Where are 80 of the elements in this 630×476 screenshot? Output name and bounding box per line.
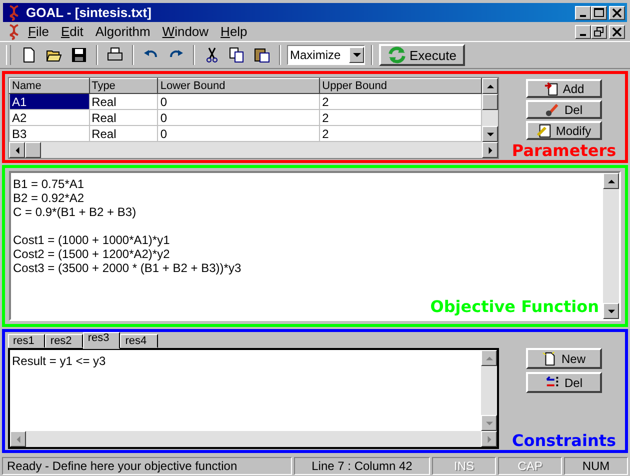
- new-document-icon: [542, 351, 558, 366]
- menu-item[interactable]: Help: [214, 24, 254, 39]
- key-indicator: NUM: [564, 457, 628, 475]
- table-cell: 0: [158, 110, 320, 126]
- restore-button[interactable]: [591, 24, 607, 38]
- section-annotation: Objective Function: [430, 299, 599, 315]
- column-header[interactable]: Name: [10, 78, 90, 94]
- column-header[interactable]: Upper Bound: [320, 78, 482, 94]
- close-icon: [612, 8, 622, 18]
- delete-button[interactable]: Del: [526, 372, 602, 393]
- up-arrow-button[interactable]: [603, 173, 619, 189]
- maximize-icon: [594, 8, 604, 18]
- objective-editor[interactable]: B1 = 0.75*A1 B2 = 0.92*A2 C = 0.9*(B1 + B2 + B3) Cost1 = (1000 + 1000*A1)*y1 Cost2 = (1500 + 1200*A2)*y2 Cost3 = (3500 + 2000 * (B1 + B2 + B3))*y3: [11, 173, 603, 299]
- table-cell: Real: [89, 110, 158, 126]
- menu-item[interactable]: File: [22, 24, 55, 39]
- refresh-icon: [388, 46, 406, 64]
- add-button[interactable]: Add: [526, 79, 602, 98]
- minimize-button[interactable]: [575, 6, 591, 20]
- minimize-icon: [580, 14, 586, 16]
- caret-icon: [352, 53, 360, 57]
- edit-document-icon: [536, 123, 552, 138]
- menu-item[interactable]: Edit: [54, 24, 90, 39]
- key-indicator: INS: [432, 457, 496, 475]
- triangle-icon: [14, 146, 20, 154]
- menu-item[interactable]: Window: [156, 24, 215, 39]
- triangle-icon: [486, 436, 492, 442]
- table-cell: 2: [320, 110, 482, 126]
- close-button[interactable]: [609, 24, 625, 38]
- down-arrow-button[interactable]: [481, 415, 497, 431]
- horizontal-scrollbar[interactable]: [10, 431, 497, 447]
- up-arrow-button[interactable]: [482, 78, 498, 94]
- execute-button[interactable]: Execute: [379, 44, 465, 66]
- tab[interactable]: res3: [82, 332, 120, 349]
- close-icon: [612, 26, 622, 36]
- vertical-scrollbar[interactable]: [603, 173, 619, 319]
- triangle-icon: [486, 146, 494, 154]
- table-cell: A2: [10, 110, 90, 126]
- modify-button[interactable]: Modify: [526, 121, 602, 140]
- section-annotation: Constraints: [512, 433, 616, 449]
- add-document-icon: [544, 81, 559, 96]
- maximize-button[interactable]: [591, 6, 607, 20]
- eraser-icon: [545, 102, 560, 117]
- key-indicator: CAP: [498, 457, 562, 475]
- status-message: Ready - Define here your objective function: [2, 457, 292, 475]
- triangle-icon: [486, 354, 492, 362]
- table-cell: 0: [158, 94, 320, 110]
- triangle-icon: [486, 420, 492, 426]
- column-header[interactable]: Lower Bound: [158, 78, 320, 94]
- table-cell: Real: [89, 94, 158, 110]
- column-header[interactable]: Type: [89, 78, 158, 94]
- scroll-thumb[interactable]: [482, 94, 498, 110]
- down-arrow-button[interactable]: [603, 303, 619, 319]
- minimize-icon: [580, 34, 586, 36]
- down-arrow-button[interactable]: [482, 126, 498, 142]
- minimize-button[interactable]: [575, 24, 591, 38]
- scroll-thumb[interactable]: [25, 142, 41, 158]
- triangle-icon: [14, 436, 22, 442]
- section-annotation: Parameters: [512, 143, 616, 159]
- triangle-icon: [608, 308, 614, 314]
- left-arrow-button[interactable]: [10, 431, 26, 447]
- close-button[interactable]: [609, 6, 625, 20]
- table-cell: A1: [10, 94, 90, 110]
- delete-button[interactable]: Del: [526, 100, 602, 119]
- up-arrow-button[interactable]: [481, 350, 497, 366]
- triangle-icon: [608, 178, 614, 184]
- left-arrow-button[interactable]: [9, 142, 25, 158]
- menu-item[interactable]: Algorithm: [89, 24, 156, 39]
- table-cell: 2: [320, 94, 482, 110]
- window-title: GOAL - [sintesis.txt]: [26, 5, 152, 20]
- horizontal-scrollbar[interactable]: [9, 142, 498, 158]
- vertical-scrollbar[interactable]: [482, 78, 498, 142]
- mode-dropdown[interactable]: Maximize: [287, 45, 365, 65]
- cursor-position: Line 7 : Column 42: [294, 457, 430, 475]
- triangle-icon: [486, 130, 494, 138]
- triangle-icon: [486, 82, 494, 90]
- restore-icon: [594, 26, 604, 36]
- vertical-scrollbar[interactable]: [481, 350, 497, 431]
- new-button[interactable]: New: [526, 348, 602, 369]
- right-arrow-button[interactable]: [482, 142, 498, 158]
- right-arrow-button[interactable]: [481, 431, 497, 447]
